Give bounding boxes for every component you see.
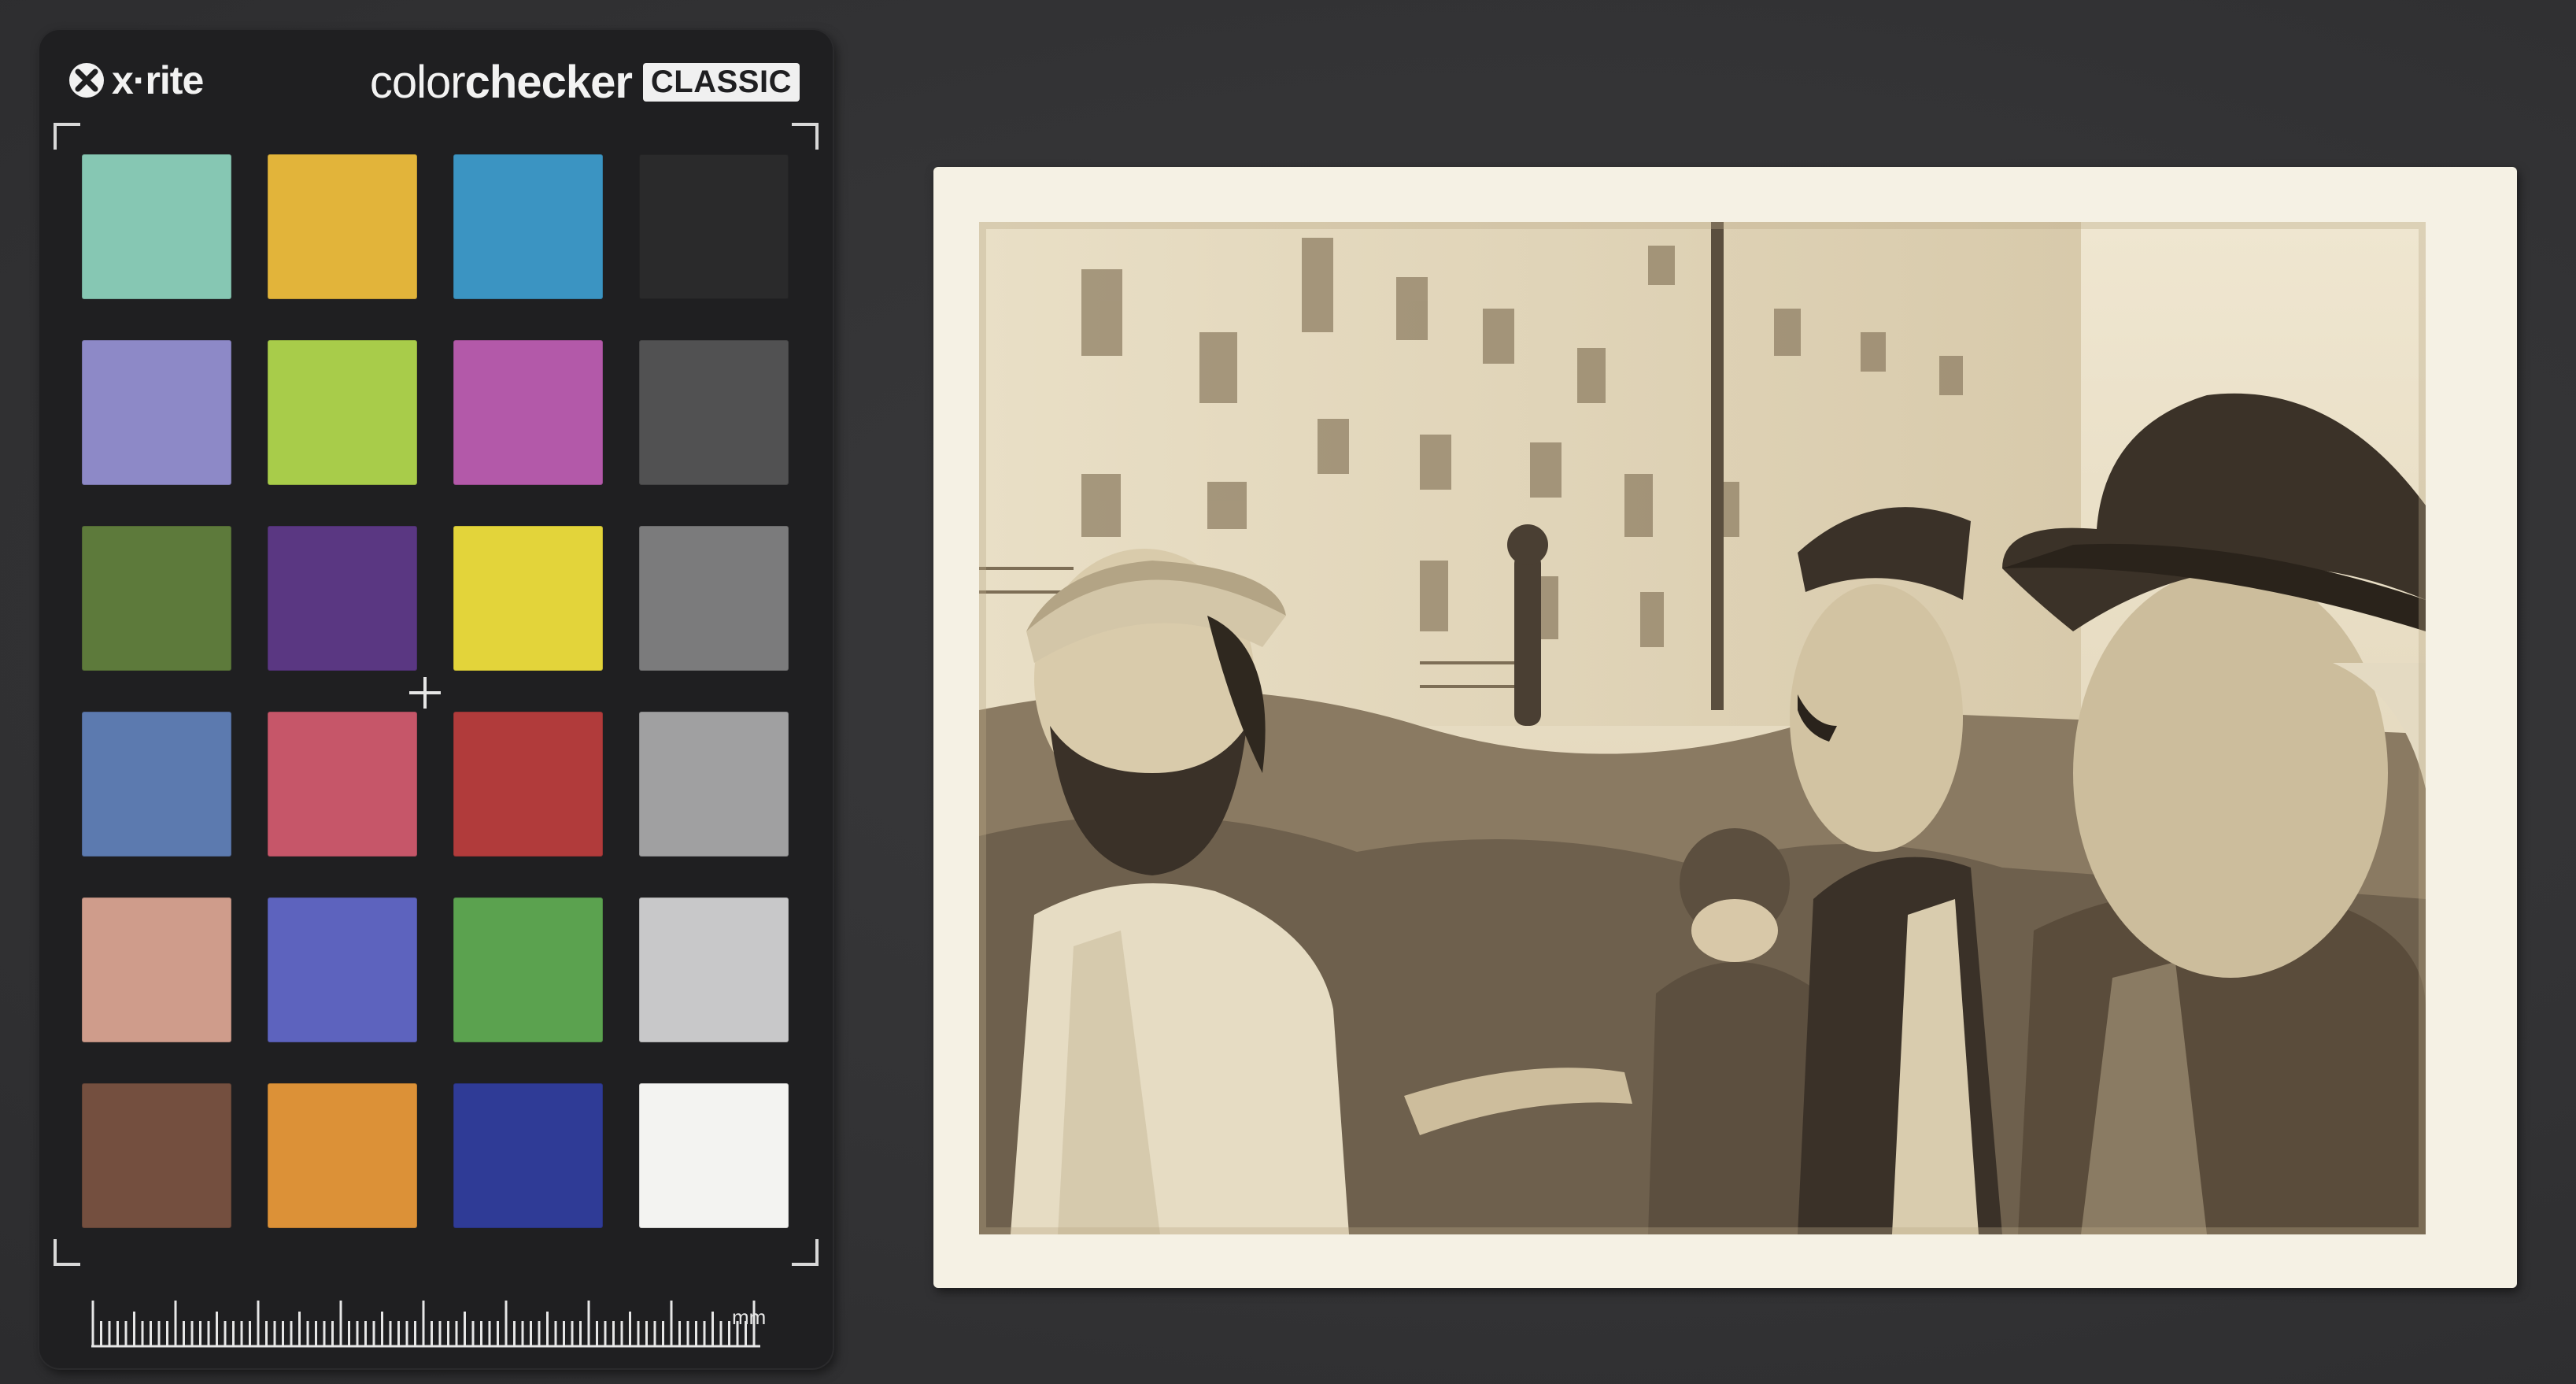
color-patch (639, 154, 789, 299)
corner-mark-bottom-left (54, 1239, 80, 1266)
photograph-print (933, 167, 2517, 1288)
color-patch (82, 526, 231, 671)
color-patch (82, 340, 231, 485)
color-patch (453, 154, 603, 299)
color-patch (268, 340, 417, 485)
color-patch (82, 154, 231, 299)
color-patch (268, 154, 417, 299)
color-patch (268, 1083, 417, 1228)
brand-name: x·rite (112, 58, 204, 102)
color-patch (453, 340, 603, 485)
corner-mark-top-right (792, 123, 819, 150)
utility-pole (1711, 222, 1724, 710)
crowd-scene (979, 222, 2426, 1234)
color-patch (639, 712, 789, 857)
product-name-bold: checker (464, 56, 633, 108)
color-patch (268, 712, 417, 857)
corner-mark-top-left (54, 123, 80, 150)
color-patch (82, 712, 231, 857)
color-patch (268, 526, 417, 671)
product-logo: colorchecker CLASSIC (370, 57, 800, 108)
color-patch (639, 340, 789, 485)
color-patch (453, 1083, 603, 1228)
ruler-scale (91, 1301, 760, 1348)
color-patch (453, 526, 603, 671)
crosshair-icon (409, 677, 441, 709)
crowd-photograph (979, 222, 2426, 1234)
xrite-mark-icon (69, 63, 104, 98)
corner-mark-bottom-right (792, 1239, 819, 1266)
color-checker-card: x·rite colorchecker CLASSIC mm (39, 30, 833, 1368)
color-patch (453, 897, 603, 1042)
color-patch (453, 712, 603, 857)
color-patch (268, 897, 417, 1042)
product-name: colorchecker (369, 56, 633, 109)
color-patch (82, 897, 231, 1042)
xrite-logo: x·rite (68, 57, 204, 104)
product-name-prefix: color (369, 56, 466, 108)
product-badge: CLASSIC (642, 62, 800, 102)
ruler-unit-label: mm (732, 1305, 767, 1329)
color-patch (639, 526, 789, 671)
color-patch (639, 1083, 789, 1228)
color-patch (639, 897, 789, 1042)
color-patch (82, 1083, 231, 1228)
